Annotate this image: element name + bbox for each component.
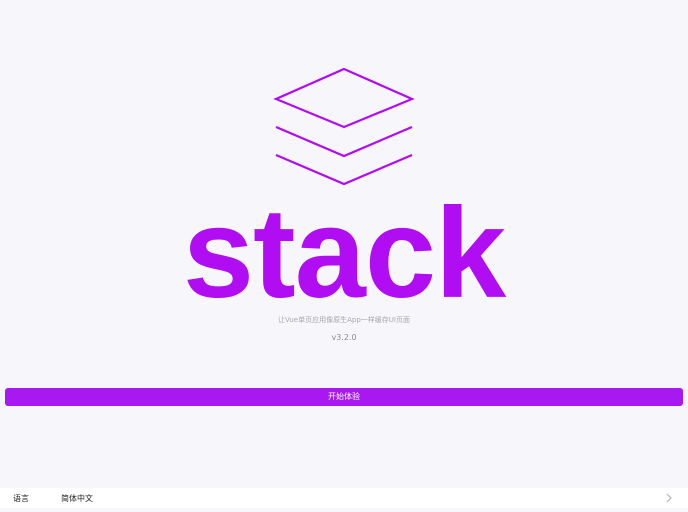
app-subtitle: 让Vue单页应用像原生App一样缓存UI页面 xyxy=(278,316,410,324)
chevron-right-icon xyxy=(666,493,672,503)
stack-layers-icon xyxy=(273,67,415,186)
language-label: 语言 xyxy=(13,493,29,503)
app-version: v3.2.0 xyxy=(331,333,357,342)
app-title: stack xyxy=(182,182,506,325)
start-button[interactable]: 开始体验 xyxy=(5,388,683,406)
language-value: 简体中文 xyxy=(61,493,93,503)
language-setting-row[interactable]: 语言 简体中文 xyxy=(0,488,688,508)
home-page: stack 让Vue单页应用像原生App一样缓存UI页面 v3.2.0 开始体验… xyxy=(0,0,688,512)
